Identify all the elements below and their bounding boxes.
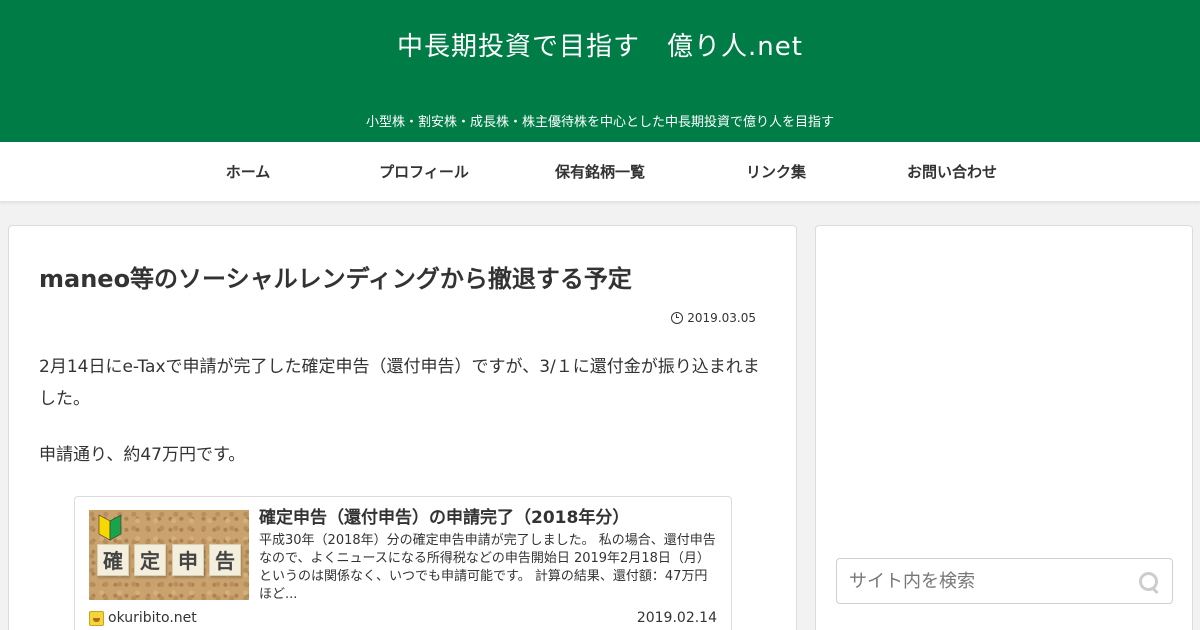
card-date: 2019.02.14 [636, 610, 717, 626]
article-paragraph: 申請通り、約47万円です。 [39, 445, 246, 465]
global-nav: ホーム プロフィール 保有銘柄一覧 リンク集 お問い合わせ [0, 142, 1200, 202]
post-date-text: 2019.03.05 [687, 311, 756, 325]
search-icon[interactable] [1138, 571, 1160, 593]
clock-icon [671, 312, 684, 324]
beginner-mark-icon [98, 514, 122, 541]
blog-card-link[interactable]: 確 定 申 告 確定申告（還付申告）の申請完了（2018年分） 平成30年（20… [74, 496, 732, 630]
card-title: 確定申告（還付申告）の申請完了（2018年分） [259, 508, 630, 528]
card-thumbnail: 確 定 申 告 [89, 510, 249, 600]
nav-item-contact[interactable]: お問い合わせ [864, 142, 1040, 202]
search-input[interactable] [837, 559, 1127, 603]
site-title[interactable]: 中長期投資で目指す 億り人.net [0, 26, 1200, 63]
post-date: 2019.03.05 [671, 311, 756, 325]
card-thumb-tile: 告 [209, 544, 241, 576]
article-title: maneo等のソーシャルレンディングから撤退する予定 [39, 265, 632, 293]
site-tagline: 小型株・割安株・成長株・株主優待株を中心とした中長期投資で億り人を目指す [365, 115, 834, 130]
nav-item-home[interactable]: ホーム [160, 142, 336, 202]
card-snippet: 平成30年（2018年）分の確定申告申請が完了しました。 私の場合、還付申告なの… [259, 533, 716, 602]
site-header: 中長期投資で目指す 億り人.net 小型株・割安株・成長株・株主優待株を中心とし… [0, 0, 1200, 142]
nav-item-links[interactable]: リンク集 [688, 142, 864, 202]
nav-item-holdings[interactable]: 保有銘柄一覧 [512, 142, 688, 202]
card-site-name: okuribito.net [108, 610, 197, 626]
nav-item-profile[interactable]: プロフィール [336, 142, 512, 202]
article-paragraph: 2月14日にe-Taxで申請が完了した確定申告（還付申告）ですが、3/１に還付金… [39, 357, 760, 409]
article-container: maneo等のソーシャルレンディングから撤退する予定 2019.03.05 2月… [8, 225, 797, 630]
card-thumb-tile: 申 [172, 544, 204, 576]
card-thumb-tile: 確 [97, 544, 129, 576]
card-thumb-tile: 定 [134, 544, 166, 576]
card-site: okuribito.net [89, 610, 197, 626]
search-form [836, 558, 1173, 604]
sidebar [815, 225, 1193, 630]
site-favicon-icon [89, 610, 104, 626]
